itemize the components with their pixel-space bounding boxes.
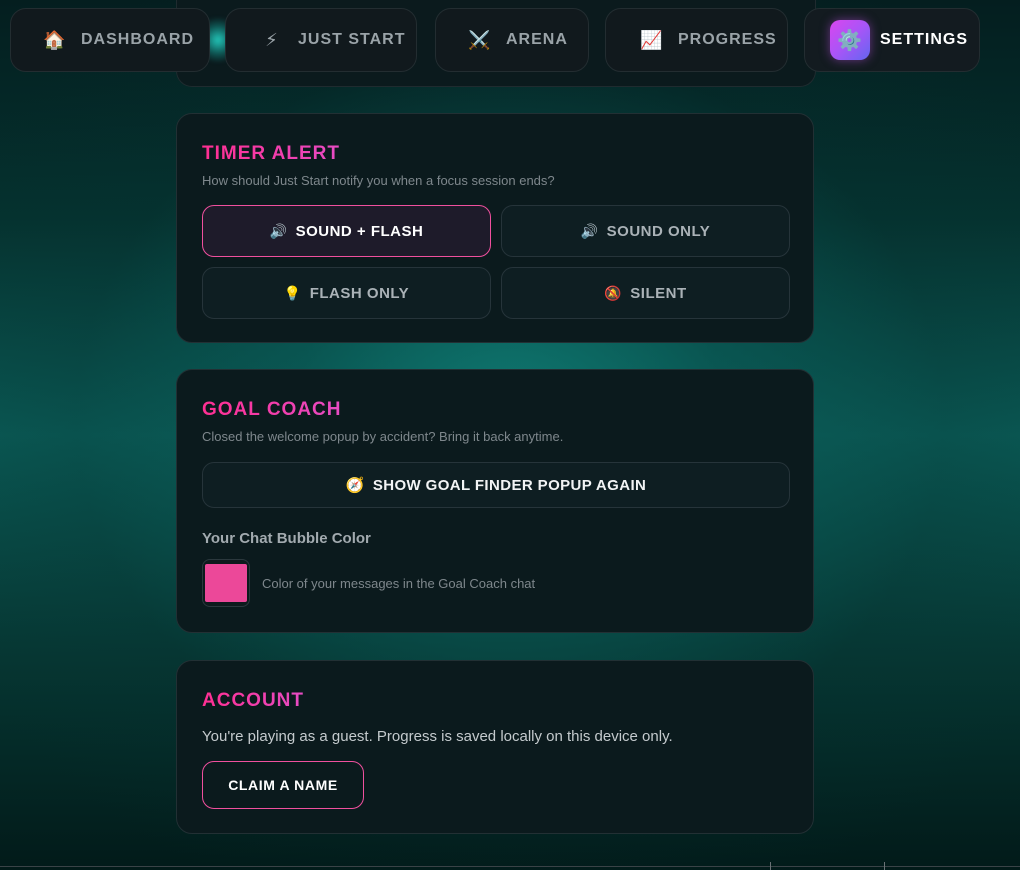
lightning-icon: ⚡ [265, 29, 279, 50]
bottom-divider [0, 866, 1020, 867]
crossed-swords-icon: ⚔️ [468, 29, 492, 50]
option-label: SILENT [630, 284, 687, 302]
card-subtitle: Closed the welcome popup by accident? Br… [202, 429, 564, 444]
speaker-icon: 🔊 [269, 222, 288, 239]
tab-label: ARENA [506, 31, 568, 48]
house-icon: 🏠 [43, 29, 67, 50]
bubble-color-label: Your Chat Bubble Color [202, 530, 371, 547]
option-flash-only[interactable]: 💡 FLASH ONLY [202, 267, 491, 319]
tab-label: DASHBOARD [81, 31, 194, 48]
claim-name-button[interactable]: CLAIM A NAME [202, 761, 364, 809]
option-label: SOUND + FLASH [295, 222, 424, 240]
color-swatch [205, 564, 247, 602]
option-label: SOUND ONLY [606, 222, 711, 240]
gear-icon: ⚙️ [830, 20, 870, 60]
tab-label: JUST START [298, 31, 406, 48]
goal-coach-card: GOAL COACH Closed the welcome popup by a… [176, 369, 814, 633]
chart-increasing-icon: 📈 [640, 29, 664, 50]
card-title: TIMER ALERT [202, 143, 341, 164]
timer-alert-card: TIMER ALERT How should Just Start notify… [176, 113, 814, 343]
tab-dashboard[interactable]: 🏠 DASHBOARD [10, 8, 210, 72]
tab-progress[interactable]: 📈 PROGRESS [605, 8, 788, 72]
show-goal-finder-button[interactable]: 🧭 SHOW GOAL FINDER POPUP AGAIN [202, 462, 790, 508]
card-title: ACCOUNT [202, 690, 304, 711]
button-label: SHOW GOAL FINDER POPUP AGAIN [372, 476, 647, 494]
card-title: GOAL COACH [202, 399, 342, 420]
tab-just-start[interactable]: ⚡ JUST START [225, 8, 417, 72]
light-bulb-icon: 💡 [283, 284, 302, 301]
option-label: FLASH ONLY [309, 284, 410, 302]
option-sound-flash[interactable]: 🔊 SOUND + FLASH [202, 205, 491, 257]
speaker-icon: 🔊 [580, 222, 599, 239]
tab-arena[interactable]: ⚔️ ARENA [435, 8, 589, 72]
card-subtitle: How should Just Start notify you when a … [202, 173, 555, 188]
tab-settings[interactable]: ⚙️ SETTINGS [804, 8, 980, 72]
compass-icon: 🧭 [345, 477, 365, 494]
top-nav: 🏠 DASHBOARD ⚡ JUST START ⚔️ ARENA 📈 PROG… [0, 0, 1020, 90]
account-card: ACCOUNT You're playing as a guest. Progr… [176, 660, 814, 834]
divider-tick [770, 862, 771, 870]
bell-muted-icon: 🔕 [604, 284, 623, 301]
account-status-text: You're playing as a guest. Progress is s… [202, 728, 673, 745]
tab-label: PROGRESS [678, 31, 777, 48]
bubble-color-description: Color of your messages in the Goal Coach… [262, 576, 536, 591]
divider-tick [884, 862, 885, 870]
bubble-color-picker[interactable] [202, 559, 250, 607]
option-sound-only[interactable]: 🔊 SOUND ONLY [501, 205, 790, 257]
option-silent[interactable]: 🔕 SILENT [501, 267, 790, 319]
tab-label: SETTINGS [880, 31, 969, 48]
